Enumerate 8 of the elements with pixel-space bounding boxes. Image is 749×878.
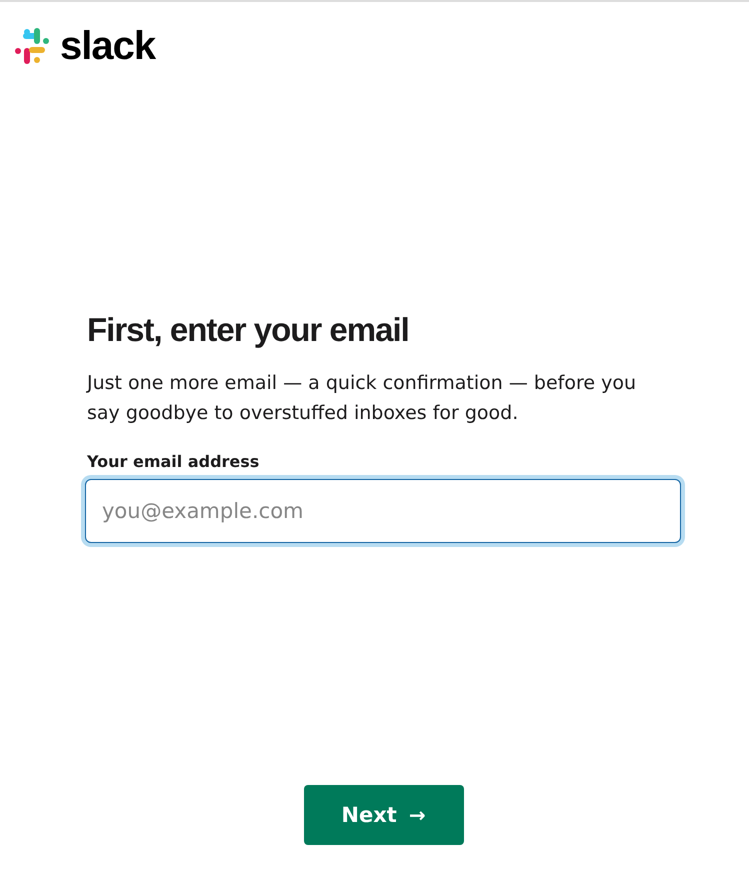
- next-button[interactable]: Next →: [304, 785, 464, 845]
- email-input-field[interactable]: you@example.com: [85, 478, 681, 543]
- field-label: Your email address: [87, 452, 260, 471]
- description-text: Just one more email — a quick confirmation — before you say goodbye to overstuffed inboxes for good.: [87, 370, 637, 426]
- page-heading: First, enter your email: [87, 310, 410, 350]
- logo-wordmark: slack: [60, 26, 156, 66]
- logo-icon: [12, 26, 52, 66]
- arrow-icon: →: [408, 803, 426, 827]
